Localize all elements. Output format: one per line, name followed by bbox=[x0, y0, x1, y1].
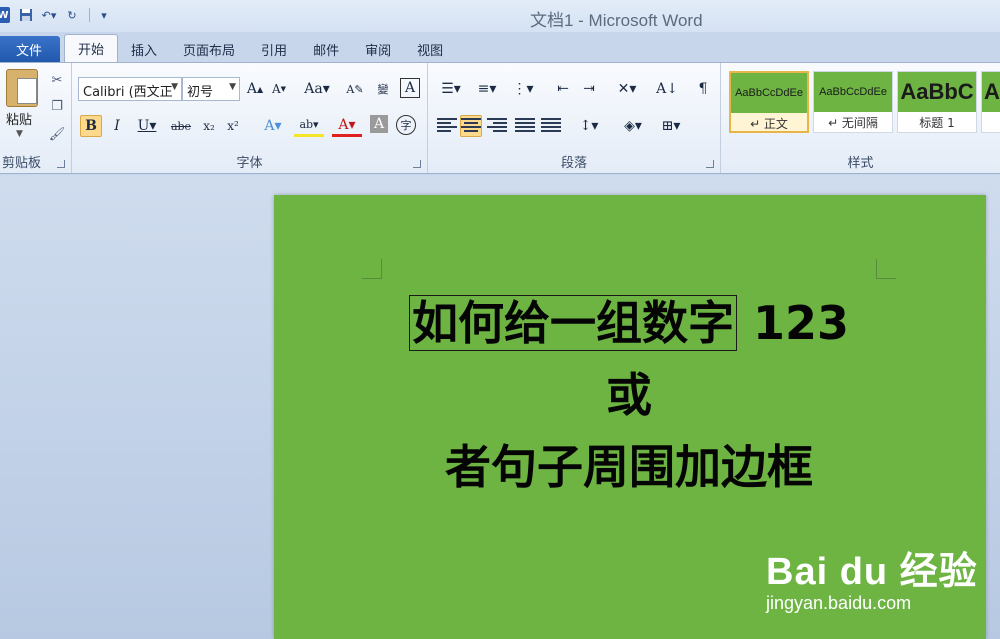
tab-home[interactable]: 开始 bbox=[64, 34, 119, 62]
document-text-line2[interactable]: 者句子周围加边框 bbox=[445, 440, 813, 494]
font-size-value: 初号 bbox=[187, 85, 214, 100]
chinese-layout-icon[interactable]: ✕▾ bbox=[612, 78, 642, 100]
ribbon: 粘贴 ▼ ✂ ❐ 🖌 剪贴板 Calibri (西文正 ▼ 初号 ▼ A ▲ A ▼ A… bbox=[0, 62, 1000, 174]
distributed-icon[interactable] bbox=[540, 115, 562, 137]
chevron-down-icon: ▼ bbox=[229, 82, 236, 92]
justify-icon[interactable] bbox=[514, 115, 536, 137]
style-no-spacing[interactable]: AaBbCcDdEe ↵ 无间隔 bbox=[813, 71, 893, 133]
show-formatting-marks-icon[interactable]: ¶ bbox=[692, 78, 714, 100]
bold-icon[interactable]: B bbox=[80, 115, 102, 137]
font-group: Calibri (西文正 ▼ 初号 ▼ A ▲ A ▼ Aa▾ A✎ 變 A B I U… bbox=[72, 63, 428, 173]
clear-formatting-icon[interactable]: A✎ bbox=[344, 78, 366, 100]
style-sample: AaBbCcDdEe bbox=[731, 73, 807, 113]
document-body-text[interactable]: 如何给一组数字 123 或 者句子周围加边框 bbox=[382, 287, 876, 503]
borders-icon[interactable]: ⊞▾ bbox=[656, 115, 686, 137]
cut-icon[interactable]: ✂ bbox=[48, 71, 66, 89]
grow-font-icon[interactable]: A ▲ bbox=[244, 78, 266, 100]
paragraph-launcher-icon[interactable] bbox=[706, 160, 714, 168]
character-border-icon[interactable]: A bbox=[400, 78, 420, 98]
enclose-characters-icon[interactable]: 字 bbox=[396, 115, 416, 135]
underline-icon[interactable]: U▾ bbox=[132, 115, 162, 137]
margin-corner-marker bbox=[362, 259, 382, 279]
paragraph-group-label: 段落 bbox=[560, 156, 587, 171]
style-name: ↵ 正文 bbox=[750, 116, 788, 131]
tab-page-layout[interactable]: 页面布局 bbox=[170, 36, 248, 62]
font-group-label: 字体 bbox=[236, 156, 263, 171]
title-bar: W ↶▾ ↻ ▾ 文档1 - Microsoft Word bbox=[0, 0, 1000, 32]
increase-indent-icon[interactable]: ⇥ bbox=[578, 78, 600, 100]
quick-access-toolbar: W ↶▾ ↻ ▾ bbox=[0, 3, 117, 27]
shading-icon[interactable]: ◈▾ bbox=[618, 115, 648, 137]
window-title: 文档1 - Microsoft Word bbox=[530, 11, 703, 30]
tab-file[interactable]: 文件 bbox=[0, 36, 60, 62]
line-spacing-icon[interactable]: ↕▾ bbox=[574, 115, 604, 137]
chevron-down-icon: ▼ bbox=[171, 82, 178, 92]
font-launcher-icon[interactable] bbox=[413, 160, 421, 168]
watermark-logo: Bai du 经验 bbox=[766, 551, 978, 593]
margin-corner-marker bbox=[876, 259, 896, 279]
tab-review[interactable]: 审阅 bbox=[352, 36, 404, 62]
sort-icon[interactable]: A↓ bbox=[656, 78, 678, 100]
font-size-select[interactable]: 初号 ▼ bbox=[182, 77, 240, 101]
style-normal[interactable]: AaBbCcDdEe ↵ 正文 bbox=[729, 71, 809, 133]
text-effects-icon[interactable]: A▾ bbox=[258, 115, 288, 137]
style-name bbox=[982, 112, 1000, 132]
phonetic-guide-icon[interactable]: 變 bbox=[372, 78, 394, 100]
superscript-icon[interactable]: x² bbox=[222, 115, 244, 137]
bullets-icon[interactable]: ☰▾ bbox=[436, 78, 466, 100]
change-case-icon[interactable]: Aa▾ bbox=[302, 78, 332, 100]
undo-icon[interactable]: ↶▾ bbox=[39, 5, 59, 25]
redo-icon[interactable]: ↻ bbox=[62, 5, 82, 25]
font-name-value: Calibri (西文正 bbox=[83, 85, 173, 100]
character-shading-icon[interactable]: A bbox=[370, 115, 388, 133]
clipboard-launcher-icon[interactable] bbox=[57, 160, 65, 168]
styles-group: AaBbCcDdEe ↵ 正文 AaBbCcDdEe ↵ 无间隔 AaBbC 标… bbox=[721, 63, 1000, 173]
font-name-select[interactable]: Calibri (西文正 ▼ bbox=[78, 77, 182, 101]
clipboard-group: 粘贴 ▼ ✂ ❐ 🖌 剪贴板 bbox=[0, 63, 72, 173]
paste-button-label[interactable]: 粘贴 bbox=[6, 109, 32, 128]
align-left-icon[interactable] bbox=[436, 115, 458, 137]
paragraph-group: ☰▾ ≡▾ ⋮▾ ⇤ ⇥ ✕▾ A↓ ¶ ↕▾ ◈▾ ⊞▾ 段落 bbox=[428, 63, 721, 173]
strikethrough-icon[interactable]: abe bbox=[168, 115, 194, 137]
copy-icon[interactable]: ❐ bbox=[48, 97, 66, 115]
qat-separator bbox=[89, 8, 90, 22]
ribbon-tabs: 文件 开始 插入 页面布局 引用 邮件 审阅 视图 bbox=[0, 34, 1000, 62]
format-painter-icon[interactable]: 🖌 bbox=[48, 125, 66, 143]
tab-insert[interactable]: 插入 bbox=[118, 36, 170, 62]
tab-references[interactable]: 引用 bbox=[248, 36, 300, 62]
style-name: ↵ 无间隔 bbox=[828, 115, 878, 130]
decrease-indent-icon[interactable]: ⇤ bbox=[552, 78, 574, 100]
bordered-text[interactable]: 如何给一组数字 bbox=[408, 295, 737, 351]
numbering-icon[interactable]: ≡▾ bbox=[472, 78, 502, 100]
baidu-watermark: Bai du 经验 jingyan.baidu.com bbox=[766, 540, 978, 614]
style-sample: AaBbCcDdEe bbox=[814, 72, 892, 112]
style-heading-1[interactable]: AaBbC 标题 1 bbox=[897, 71, 977, 133]
tab-mailings[interactable]: 邮件 bbox=[300, 36, 352, 62]
multilevel-list-icon[interactable]: ⋮▾ bbox=[508, 78, 538, 100]
shrink-font-icon[interactable]: A ▼ bbox=[268, 78, 290, 100]
subscript-icon[interactable]: x₂ bbox=[198, 115, 220, 137]
style-sample: A bbox=[982, 72, 1000, 112]
italic-icon[interactable]: I bbox=[106, 115, 128, 137]
style-heading-2[interactable]: A bbox=[981, 71, 1000, 133]
style-name: 标题 1 bbox=[919, 115, 955, 130]
align-right-icon[interactable] bbox=[486, 115, 508, 137]
styles-group-label: 样式 bbox=[847, 156, 874, 171]
tab-view[interactable]: 视图 bbox=[404, 36, 456, 62]
style-sample: AaBbC bbox=[898, 72, 976, 112]
paste-dropdown-icon[interactable]: ▼ bbox=[16, 129, 23, 139]
font-color-icon[interactable]: A▾ bbox=[332, 115, 362, 137]
paste-icon[interactable] bbox=[6, 69, 38, 107]
watermark-url: jingyan.baidu.com bbox=[766, 593, 912, 613]
highlight-color-icon[interactable]: ab▾ bbox=[294, 115, 324, 137]
word-app-icon[interactable]: W bbox=[0, 7, 10, 23]
align-center-icon[interactable] bbox=[460, 115, 482, 137]
save-icon[interactable] bbox=[16, 5, 36, 25]
customize-qat-icon[interactable]: ▾ bbox=[94, 5, 114, 25]
